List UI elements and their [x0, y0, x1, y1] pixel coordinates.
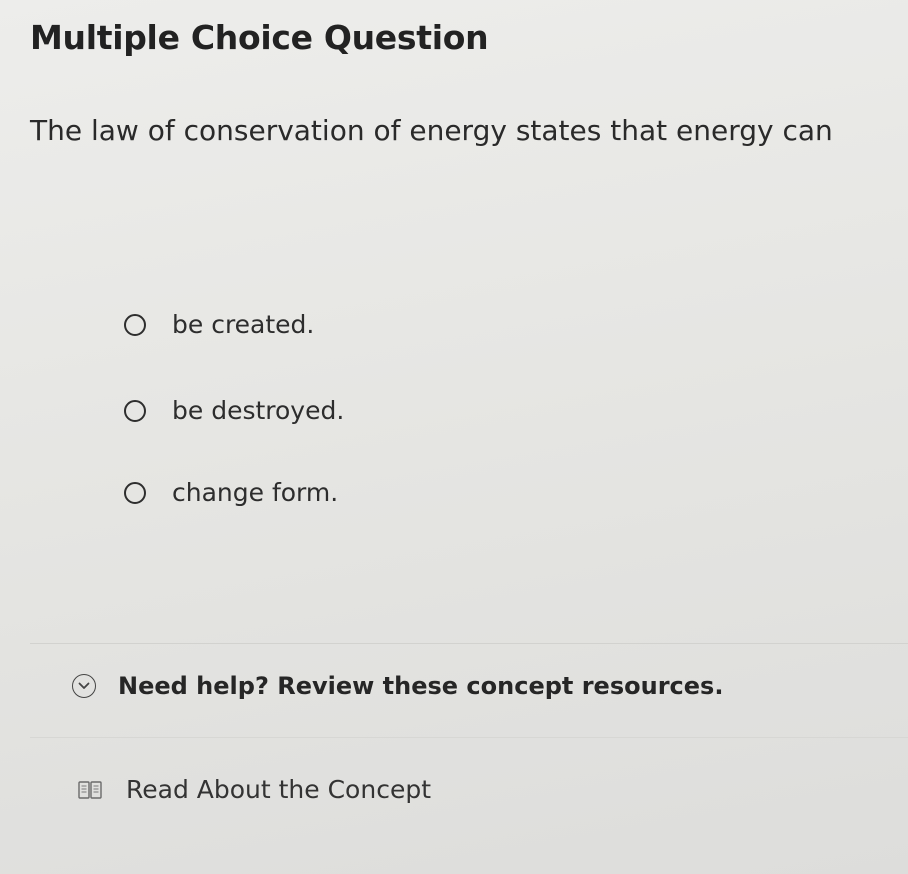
book-icon — [78, 780, 102, 800]
radio-button-icon[interactable] — [124, 481, 146, 504]
radio-button-icon[interactable] — [124, 399, 146, 422]
answer-option-change-form[interactable]: change form. — [124, 478, 338, 507]
answer-option-label: be destroyed. — [172, 396, 345, 425]
chevron-down-circle-icon[interactable] — [72, 674, 96, 698]
question-title: Multiple Choice Question — [30, 18, 489, 57]
question-prompt: The law of conservation of energy states… — [30, 114, 833, 147]
help-toggle[interactable]: Need help? Review these concept resource… — [72, 672, 723, 700]
answer-option-label: be created. — [172, 310, 315, 339]
section-divider — [30, 643, 908, 644]
resource-label: Read About the Concept — [126, 775, 431, 804]
answer-option-be-created[interactable]: be created. — [124, 310, 314, 339]
answer-option-label: change form. — [172, 478, 339, 507]
resource-read-about-concept[interactable]: Read About the Concept — [78, 775, 431, 804]
section-divider — [30, 737, 908, 738]
radio-button-icon[interactable] — [124, 313, 146, 336]
answer-option-be-destroyed[interactable]: be destroyed. — [124, 396, 344, 425]
help-label: Need help? Review these concept resource… — [118, 672, 724, 700]
